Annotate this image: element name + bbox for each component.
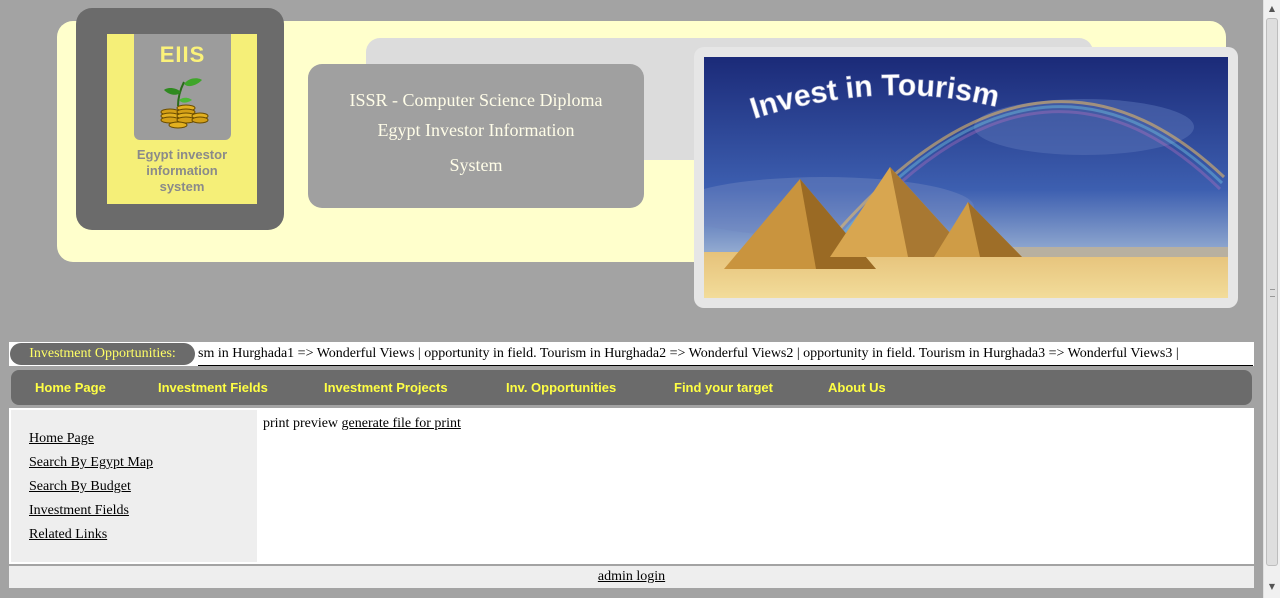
sidebar: Home Page Search By Egypt Map Search By …: [11, 410, 257, 562]
nav-investment-fields[interactable]: Investment Fields: [158, 370, 268, 405]
page-scrollbar[interactable]: ▲ ▼: [1263, 0, 1280, 598]
opportunities-ticker: Investment Opportunities: sm in Hurghada…: [9, 342, 1254, 366]
footer: admin login: [9, 566, 1254, 588]
nav-investment-projects[interactable]: Investment Projects: [324, 370, 448, 405]
svg-text:Invest in Tourism: Invest in Tourism: [746, 69, 1002, 126]
sidebar-link-budget[interactable]: Search By Budget: [29, 479, 131, 495]
scroll-down-arrow-icon[interactable]: ▼: [1266, 580, 1278, 594]
print-preview-label: print preview: [263, 416, 339, 431]
site-title-box: ISSR - Computer Science Diploma Egypt In…: [308, 64, 644, 208]
content-area: Home Page Search By Egypt Map Search By …: [9, 408, 1254, 564]
ticker-label: Investment Opportunities:: [10, 343, 195, 365]
logo-caption-line: system: [159, 179, 205, 194]
logo-caption-line: Egypt investor: [136, 147, 228, 162]
site-title-line: System: [449, 155, 503, 175]
logo-abbr: EIIS: [159, 42, 206, 67]
nav-home[interactable]: Home Page: [35, 370, 106, 405]
sidebar-link-home[interactable]: Home Page: [29, 431, 94, 447]
nav-find-target[interactable]: Find your target: [674, 370, 773, 405]
scroll-up-arrow-icon[interactable]: ▲: [1266, 2, 1278, 16]
logo-caption: Egypt investor information system: [107, 147, 257, 195]
banner-title: Invest in Tourism: [746, 69, 1003, 126]
banner-text-layer: Invest in Tourism: [746, 69, 1003, 126]
sidebar-link-related[interactable]: Related Links: [29, 527, 107, 543]
ticker-marquee[interactable]: sm in Hurghada1 => Wonderful Views | opp…: [198, 342, 1253, 366]
plant-on-coins-icon: [160, 78, 209, 129]
nav-inv-opportunities[interactable]: Inv. Opportunities: [506, 370, 616, 405]
banner-frame: Invest in Tourism: [694, 47, 1238, 308]
logo-emblem: EIIS: [134, 34, 231, 140]
logo-caption-line: information: [146, 163, 218, 178]
generate-print-file-link[interactable]: generate file for print: [342, 416, 461, 431]
nav-about-us[interactable]: About Us: [828, 370, 886, 405]
site-logo[interactable]: EIIS Egypt investor information system: [107, 34, 257, 204]
print-preview-row: print preview generate file for print: [263, 416, 461, 432]
sidebar-link-investment-fields[interactable]: Investment Fields: [29, 503, 129, 519]
thumb-grip-icon: [1270, 289, 1275, 297]
site-title-line: Egypt Investor Information: [377, 120, 575, 140]
scrollbar-thumb[interactable]: [1266, 18, 1278, 566]
sidebar-link-egypt-map[interactable]: Search By Egypt Map: [29, 455, 153, 471]
admin-login-link[interactable]: admin login: [598, 569, 665, 584]
site-title-line: ISSR - Computer Science Diploma: [349, 90, 603, 110]
main-nav: Home Page Investment Fields Investment P…: [11, 370, 1252, 405]
